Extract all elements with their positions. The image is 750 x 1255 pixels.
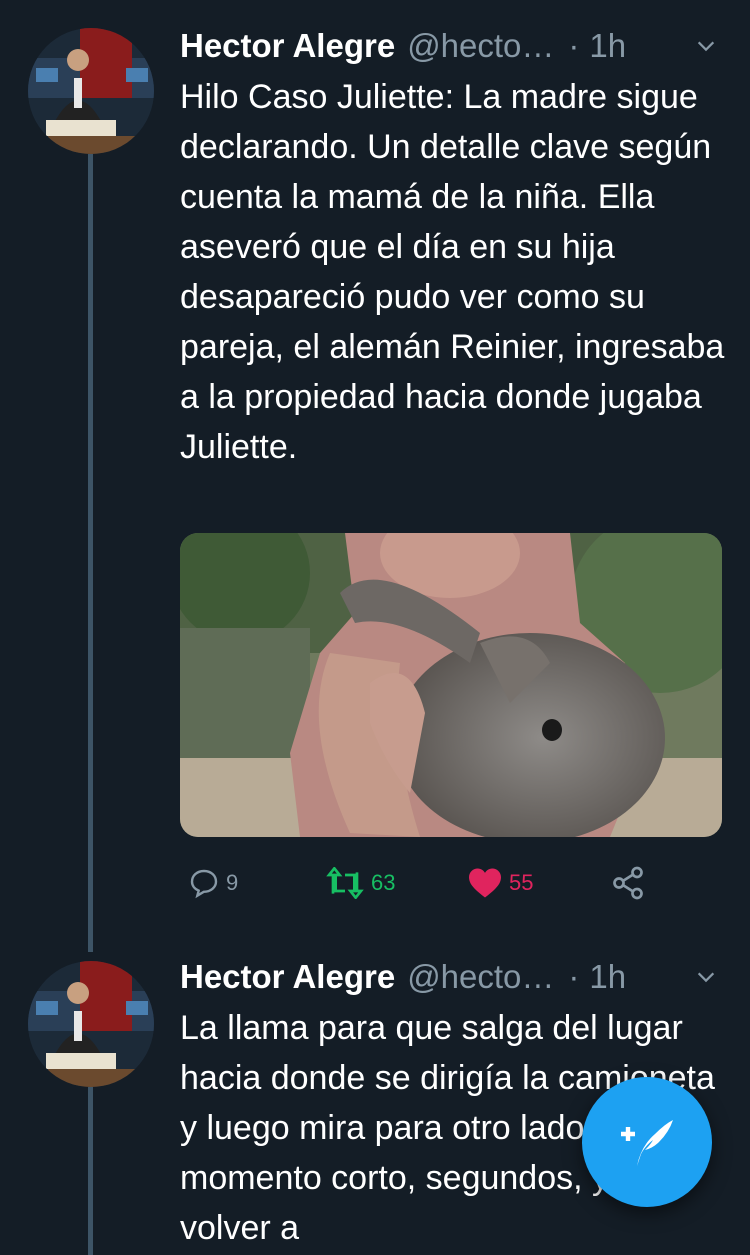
chevron-down-icon[interactable]: [695, 966, 717, 988]
share-icon: [613, 866, 643, 900]
tweet-header: Hector Alegre @hecto… · 1h: [180, 24, 725, 68]
thread-line: [88, 1085, 93, 1255]
avatar[interactable]: [28, 28, 154, 154]
share-button[interactable]: [610, 858, 646, 908]
tweet-image[interactable]: [180, 533, 722, 837]
timestamp[interactable]: 1h: [589, 27, 626, 65]
author-handle[interactable]: @hecto…: [407, 27, 554, 65]
avatar[interactable]: [28, 961, 154, 1087]
like-count: 55: [509, 870, 534, 895]
separator-dot: ·: [568, 27, 580, 64]
retweet-count: 63: [371, 870, 396, 895]
retweet-icon: [326, 867, 364, 899]
like-button[interactable]: 55: [467, 858, 533, 908]
thread-line: [88, 152, 93, 952]
separator-dot: ·: [568, 958, 580, 995]
author-name[interactable]: Hector Alegre: [180, 27, 395, 65]
timestamp[interactable]: 1h: [589, 958, 626, 996]
tweet-1[interactable]: Hector Alegre @hecto… · 1h Hilo Caso Jul…: [0, 0, 750, 952]
tweet-header: Hector Alegre @hecto… · 1h: [180, 955, 725, 999]
heart-icon: [469, 868, 501, 898]
compose-feather-icon: [621, 1120, 673, 1166]
reply-icon: [190, 869, 218, 899]
tweet-actions: 9 63 55: [180, 858, 680, 908]
photo-girl-with-rabbit: [180, 533, 722, 837]
retweet-button[interactable]: 63: [325, 858, 395, 908]
compose-tweet-button[interactable]: [582, 1077, 712, 1207]
author-name[interactable]: Hector Alegre: [180, 958, 395, 996]
chevron-down-icon[interactable]: [695, 35, 717, 57]
reply-count: 9: [226, 870, 239, 895]
reply-button[interactable]: 9: [188, 858, 238, 908]
author-handle[interactable]: @hecto…: [407, 958, 554, 996]
tweet-text: Hilo Caso Juliette: La madre sigue decla…: [180, 78, 725, 466]
